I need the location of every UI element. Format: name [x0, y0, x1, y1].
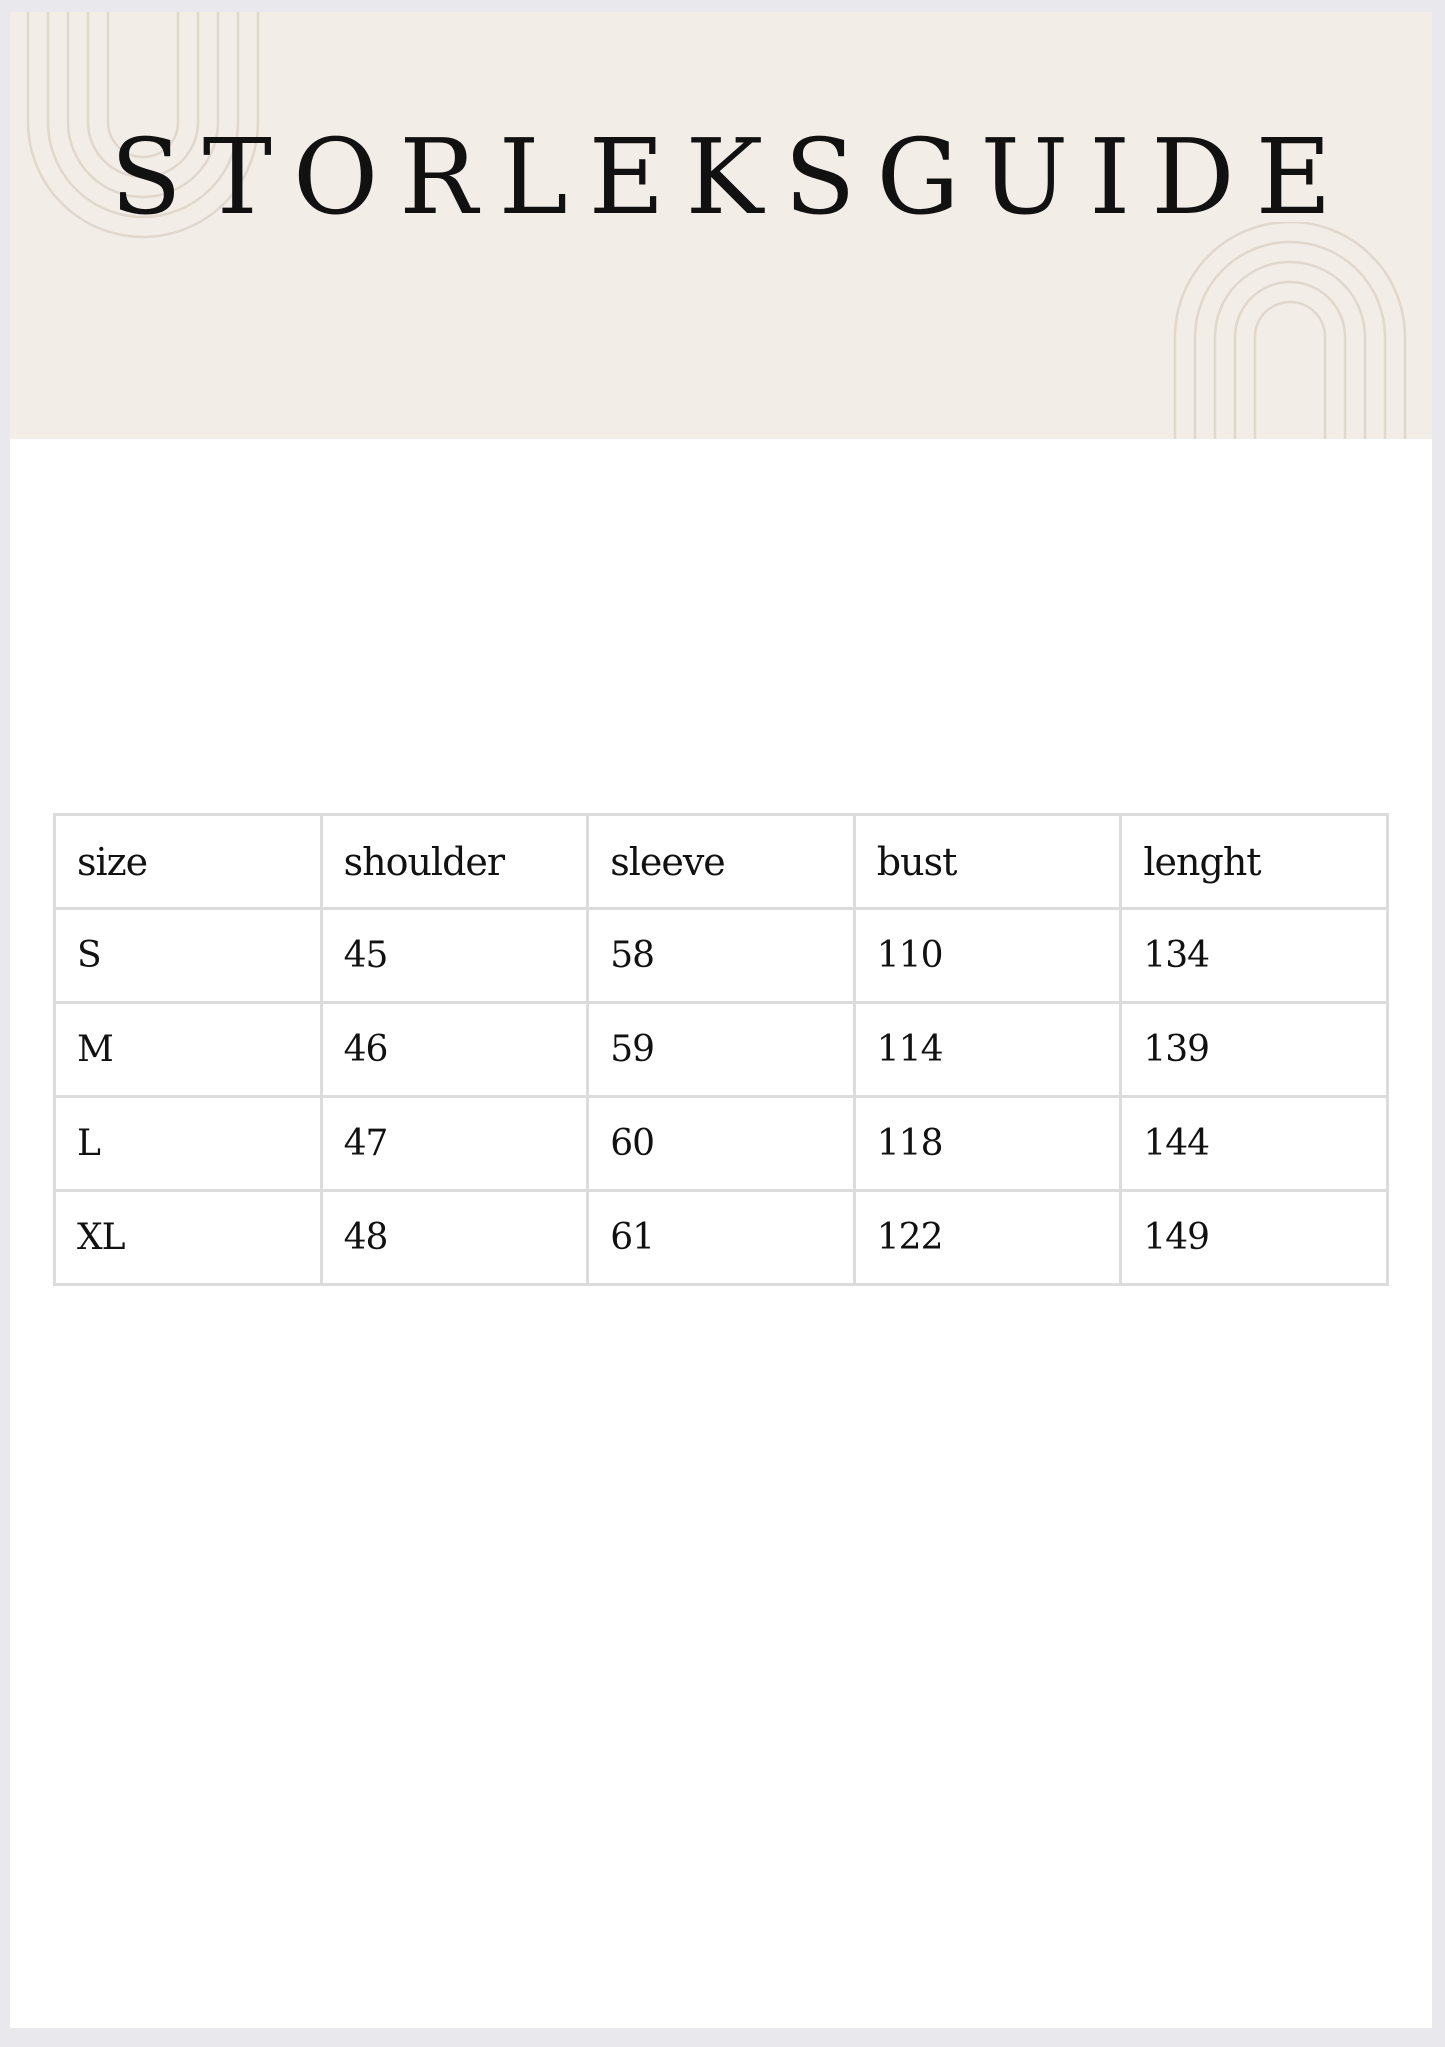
document-page: STORLEKSGUIDE size shoulder sleeve bust …	[10, 12, 1432, 2028]
table-cell: 48	[319, 1189, 590, 1286]
table-cell: 139	[1119, 1001, 1389, 1098]
table-cell: 59	[586, 1001, 856, 1098]
arch-decoration-bottom-right	[1173, 222, 1407, 439]
table-cell: XL	[53, 1189, 323, 1286]
table-cell: 144	[1119, 1095, 1389, 1192]
table-header-row: size shoulder sleeve bust lenght	[53, 813, 1389, 910]
table-cell: 114	[852, 1001, 1123, 1098]
table-cell: S	[53, 907, 323, 1004]
table-cell: 118	[852, 1095, 1123, 1192]
size-table: size shoulder sleeve bust lenght S 45 58…	[53, 813, 1389, 1286]
table-row: S 45 58 110 134	[53, 907, 1389, 1004]
table-row: XL 48 61 122 149	[53, 1189, 1389, 1286]
header-banner: STORLEKSGUIDE	[10, 12, 1432, 439]
table-cell: 61	[586, 1189, 856, 1286]
table-row: M 46 59 114 139	[53, 1001, 1389, 1098]
table-cell: 110	[852, 907, 1123, 1004]
table-header-cell: lenght	[1119, 813, 1389, 910]
table-cell: 134	[1119, 907, 1389, 1004]
page-title: STORLEKSGUIDE	[110, 116, 1353, 238]
table-cell: 45	[319, 907, 590, 1004]
table-header-cell: bust	[852, 813, 1123, 910]
table-cell: 60	[586, 1095, 856, 1192]
table-header-cell: shoulder	[319, 813, 590, 910]
table-cell: L	[53, 1095, 323, 1192]
table-cell: M	[53, 1001, 323, 1098]
table-cell: 149	[1119, 1189, 1389, 1286]
table-cell: 58	[586, 907, 856, 1004]
table-cell: 122	[852, 1189, 1123, 1286]
table-cell: 46	[319, 1001, 590, 1098]
table-header-cell: sleeve	[586, 813, 856, 910]
table-row: L 47 60 118 144	[53, 1095, 1389, 1192]
table-header-cell: size	[53, 813, 323, 910]
table-cell: 47	[319, 1095, 590, 1192]
